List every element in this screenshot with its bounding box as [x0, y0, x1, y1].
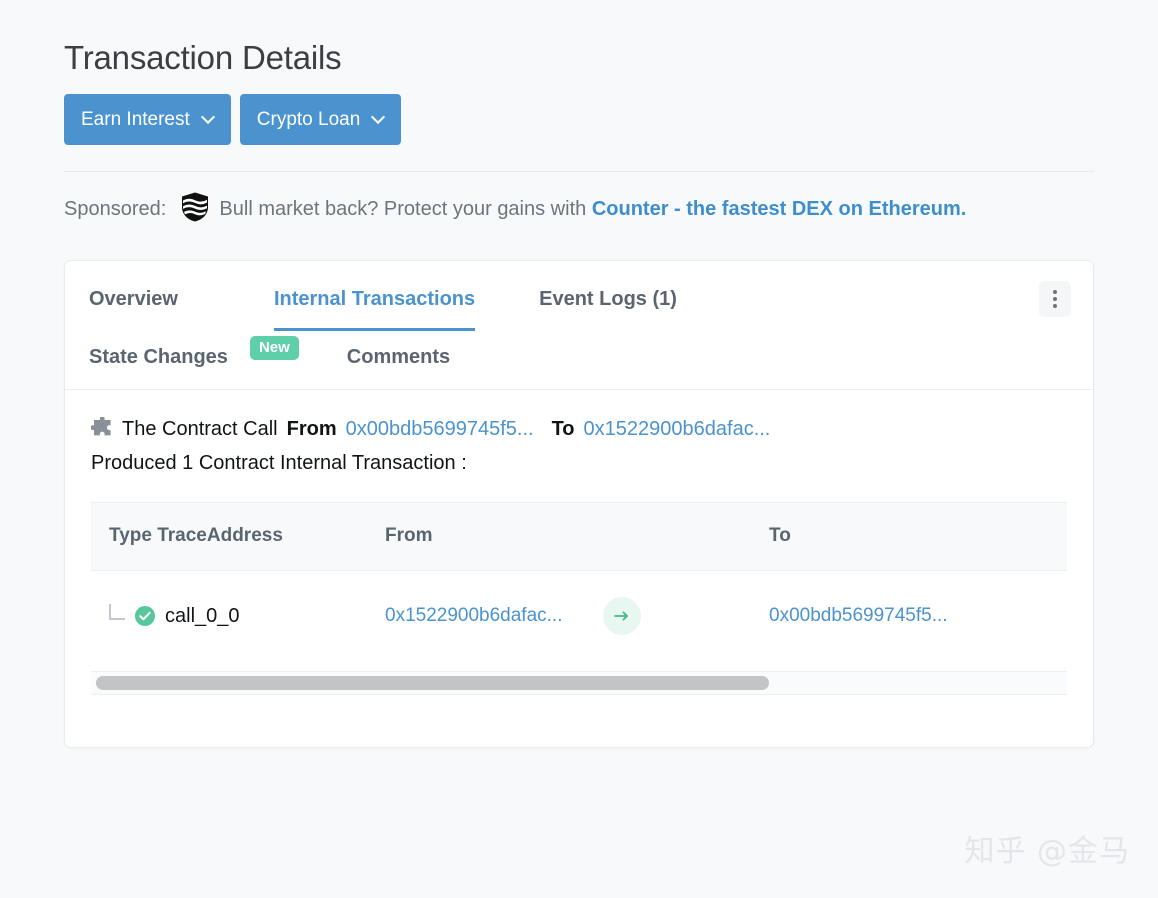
contract-call-summary: The Contract Call From 0x00bdb5699745f5...…	[91, 414, 1067, 479]
kebab-dot	[1053, 304, 1057, 308]
tab-bar: Overview Internal Transactions Event Log…	[65, 261, 1093, 389]
page-title: Transaction Details	[64, 0, 1094, 78]
check-circle-icon	[134, 605, 156, 627]
earn-interest-label: Earn Interest	[81, 110, 190, 129]
row-from-address-link[interactable]: 0x1522900b6dafac...	[385, 605, 563, 628]
internal-transactions-table-wrap: Type TraceAddress From To	[91, 502, 1067, 695]
cell-trace: call_0_0	[91, 571, 385, 662]
tab-overview[interactable]: Overview	[89, 287, 178, 331]
earn-interest-button[interactable]: Earn Interest	[64, 94, 231, 145]
tab-event-logs[interactable]: Event Logs (1)	[539, 287, 677, 331]
kebab-dot	[1053, 297, 1057, 301]
from-label: From	[287, 418, 337, 440]
tree-branch-icon	[109, 604, 125, 620]
cell-from: 0x1522900b6dafac...	[385, 571, 769, 662]
horizontal-scrollbar[interactable]	[91, 671, 1067, 695]
contract-call-text-1: The Contract Call	[122, 418, 278, 440]
column-header-to: To	[769, 503, 1067, 571]
puzzle-piece-icon	[91, 417, 115, 448]
sponsored-label: Sponsored:	[64, 198, 166, 220]
chevron-down-icon	[203, 112, 214, 123]
column-header-type-traceaddress: Type TraceAddress	[91, 503, 385, 571]
arrow-right-icon	[603, 597, 641, 635]
scrollbar-thumb[interactable]	[96, 676, 769, 690]
cell-to: 0x00bdb5699745f5...	[769, 571, 1067, 662]
trace-cell: call_0_0	[109, 604, 385, 628]
watermark: 知乎 @金马	[964, 826, 1130, 870]
contract-from-address-link[interactable]: 0x00bdb5699745f5...	[346, 418, 534, 440]
table-body: call_0_0 0x1522900b6dafac...	[91, 571, 1067, 662]
sponsored-banner: Sponsored: Bull market back? Protect you…	[64, 192, 1094, 232]
new-badge: New	[250, 336, 299, 360]
table-head: Type TraceAddress From To	[91, 503, 1067, 571]
column-header-from: From	[385, 503, 769, 571]
from-cell: 0x1522900b6dafac...	[385, 597, 769, 635]
tab-internal-transactions[interactable]: Internal Transactions	[274, 287, 475, 331]
tab-state-changes[interactable]: State Changes	[89, 345, 228, 369]
kebab-menu-icon[interactable]	[1039, 281, 1071, 317]
contract-to-address-link[interactable]: 0x1522900b6dafac...	[584, 418, 771, 440]
internal-transactions-table: Type TraceAddress From To	[91, 502, 1067, 661]
contract-call-text-2: Produced 1 Contract Internal Transaction…	[91, 452, 467, 474]
trace-address-value: call_0_0	[165, 604, 240, 628]
header-divider	[64, 171, 1094, 172]
sponsor-link[interactable]: Counter - the fastest DEX on Ethereum.	[592, 198, 967, 220]
page-root: Transaction Details Earn Interest Crypto…	[0, 0, 1158, 898]
tab-row-primary: Overview Internal Transactions Event Log…	[89, 287, 1069, 331]
tab-comments[interactable]: Comments	[347, 345, 450, 369]
row-to-address-link[interactable]: 0x00bdb5699745f5...	[769, 605, 948, 626]
sponsored-text: Bull market back? Protect your gains wit…	[219, 198, 586, 220]
card-bottom-space	[91, 695, 1067, 747]
card-body: The Contract Call From 0x00bdb5699745f5...…	[65, 390, 1093, 748]
action-button-row: Earn Interest Crypto Loan	[64, 94, 1094, 145]
crypto-loan-button[interactable]: Crypto Loan	[240, 94, 402, 145]
chevron-down-icon	[373, 112, 384, 123]
to-label: To	[552, 418, 575, 440]
crypto-loan-label: Crypto Loan	[257, 110, 361, 129]
kebab-dot	[1053, 290, 1057, 294]
transaction-card: Overview Internal Transactions Event Log…	[64, 260, 1094, 749]
shield-icon	[181, 192, 209, 232]
tab-row-secondary: State Changes New Comments	[89, 345, 1069, 389]
table-header-row: Type TraceAddress From To	[91, 503, 1067, 571]
table-row: call_0_0 0x1522900b6dafac...	[91, 571, 1067, 662]
